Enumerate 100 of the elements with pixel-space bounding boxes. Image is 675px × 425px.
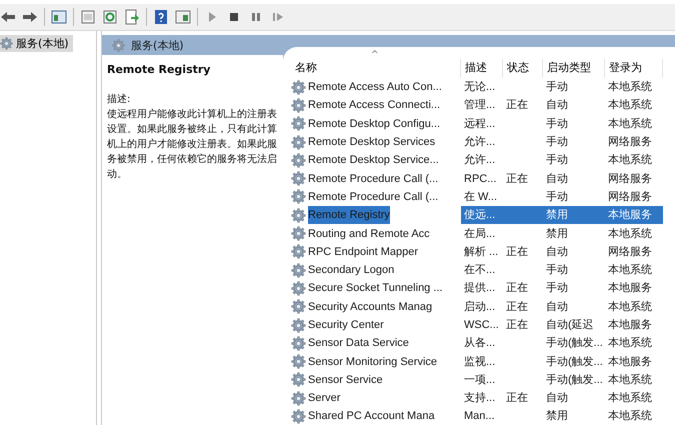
table-cell-text: 本地系统: [607, 262, 653, 278]
service-row-name[interactable]: Security Accounts Manag: [308, 298, 432, 316]
table-cell-text: 本地系统: [607, 372, 653, 388]
table-cell-text: 手动: [545, 80, 569, 96]
table-cell-text: 支持...: [463, 391, 496, 406]
service-row-name[interactable]: Sensor Data Service: [308, 334, 409, 352]
service-row-name[interactable]: Remote Desktop Service...: [308, 151, 439, 170]
table-cell-text: 本地服务: [607, 354, 653, 370]
gear-icon: [291, 390, 306, 406]
gear-icon: [291, 244, 306, 260]
table-cell-text: 禁用: [545, 409, 569, 424]
table-cell-text: 手动(触发...: [545, 354, 604, 370]
service-row-name[interactable]: Remote Procedure Call (...: [308, 170, 438, 188]
column-header[interactable]: 登录为: [605, 59, 663, 78]
table-cell-text: 在 W...: [463, 190, 498, 205]
table-cell-text: 本地服务: [607, 281, 653, 296]
gear-icon: [291, 171, 306, 186]
table-cell-text: 手动: [545, 281, 569, 296]
service-row-name[interactable]: Security Center: [308, 316, 384, 334]
table-cell-text: 解析 ...: [463, 244, 500, 260]
gear-icon: [291, 336, 306, 351]
table-cell-text: 正在: [505, 391, 529, 406]
table-cell-text: 在不...: [463, 263, 496, 278]
table-cell-text: 提供...: [463, 281, 496, 296]
table-cell-text: 监视...: [463, 354, 496, 370]
view-icon[interactable]: [175, 9, 191, 25]
table-cell: 使远...: [461, 206, 503, 224]
table-cell-text: 手动: [545, 190, 569, 205]
help-icon[interactable]: [153, 9, 169, 25]
table-cell-text: 本地系统: [607, 300, 653, 315]
service-row-name[interactable]: Secure Socket Tunneling ...: [308, 279, 443, 298]
table-cell-text: 网络服务: [607, 135, 653, 150]
service-row-name[interactable]: Remote Procedure Call (...: [308, 188, 438, 206]
gear-icon: [291, 98, 306, 113]
table-cell-text: 自动: [545, 98, 569, 114]
table-cell-text: 无论...: [463, 80, 496, 96]
forward-icon[interactable]: [22, 9, 38, 25]
tree-item[interactable]: 服务(本地): [0, 35, 73, 52]
description-label: 描述:: [107, 92, 132, 106]
table-cell-text: 自动(延迟: [545, 318, 595, 333]
back-icon[interactable]: [0, 9, 16, 25]
table-cell-text: 正在: [505, 98, 529, 114]
table-cell-text: 网络服务: [607, 190, 653, 205]
service-row-name[interactable]: Routing and Remote Acc: [308, 224, 430, 243]
column-header[interactable]: 名称: [291, 59, 461, 78]
table-cell-text: 自动: [545, 172, 569, 187]
service-row-name[interactable]: Shared PC Account Mana: [308, 407, 435, 425]
pane-title: 服务(本地): [131, 38, 184, 52]
export-icon[interactable]: [124, 9, 140, 25]
service-row-name[interactable]: Sensor Monitoring Service: [308, 352, 438, 371]
sort-indicator: ^: [371, 50, 379, 60]
table-cell-text: 正在: [505, 318, 529, 333]
console-tree-icon[interactable]: [51, 9, 67, 25]
description-text: 使远程用户能修改此计算机上的注册表设置。如果此服务被终止，只有此计算机上的用户才能修改注册表。如果此服务被禁用，任何依赖它的服务将无法启动。: [107, 108, 278, 182]
table-cell: 本地服务: [605, 206, 663, 224]
table-cell-text: 手动: [545, 135, 569, 150]
table-cell-text: 手动(触发...: [545, 372, 604, 388]
refresh-icon[interactable]: [102, 9, 118, 25]
service-row-name[interactable]: Server: [308, 389, 340, 408]
properties-icon[interactable]: [80, 9, 96, 25]
table-cell-text: RPC...: [463, 172, 498, 187]
service-row-name[interactable]: Remote Desktop Services: [308, 133, 436, 152]
table-cell-text: 本地系统: [607, 98, 653, 114]
table-cell-text: 本地系统: [607, 152, 653, 168]
column-header[interactable]: 启动类型: [543, 59, 605, 78]
gear-icon: [291, 372, 306, 388]
table-cell-text: 本地系统: [607, 116, 653, 132]
table-cell-text: 自动: [545, 244, 569, 260]
table-cell-text: 手动: [545, 116, 569, 132]
table-cell-text: 网络服务: [607, 244, 653, 260]
gear-icon: [291, 299, 306, 314]
service-row-name[interactable]: Remote Access Connecti...: [308, 96, 440, 114]
gear-icon: [291, 318, 306, 332]
column-header[interactable]: 描述: [461, 59, 503, 78]
service-name: Remote Registry: [107, 63, 212, 76]
gear-icon: [291, 226, 306, 242]
table-cell-text: 本地系统: [607, 408, 653, 424]
table-cell-text: 远程...: [463, 116, 496, 132]
table-cell-text: 从各...: [463, 336, 496, 352]
service-row-name[interactable]: Secondary Logon: [308, 261, 394, 280]
gear-icon: [0, 37, 13, 50]
gear-icon: [291, 134, 306, 150]
table-cell-text: 自动: [545, 391, 569, 406]
service-row-name[interactable]: Remote Access Auto Con...: [308, 78, 442, 96]
table-cell-text: 禁用: [545, 226, 569, 242]
gear-icon: [291, 262, 306, 278]
service-row-name[interactable]: Sensor Service: [308, 370, 383, 389]
table-cell-text: 正在: [505, 300, 529, 315]
table-cell-text: Man...: [463, 409, 496, 424]
service-row-name[interactable]: Remote Registry: [308, 206, 390, 224]
table-cell-text: 本地系统: [607, 336, 653, 352]
service-row-name[interactable]: Remote Desktop Configu...: [308, 114, 440, 133]
gear-icon: [291, 80, 306, 95]
table-cell-text: 允许...: [463, 153, 496, 168]
table-cell-text: 在局...: [463, 226, 496, 242]
service-row-name[interactable]: RPC Endpoint Mapper: [308, 242, 418, 261]
column-header[interactable]: 状态: [503, 59, 543, 78]
table-cell-text: 正在: [505, 172, 529, 187]
table-cell-text: 一项...: [463, 372, 496, 388]
table-cell-text: 本地系统: [607, 80, 653, 96]
